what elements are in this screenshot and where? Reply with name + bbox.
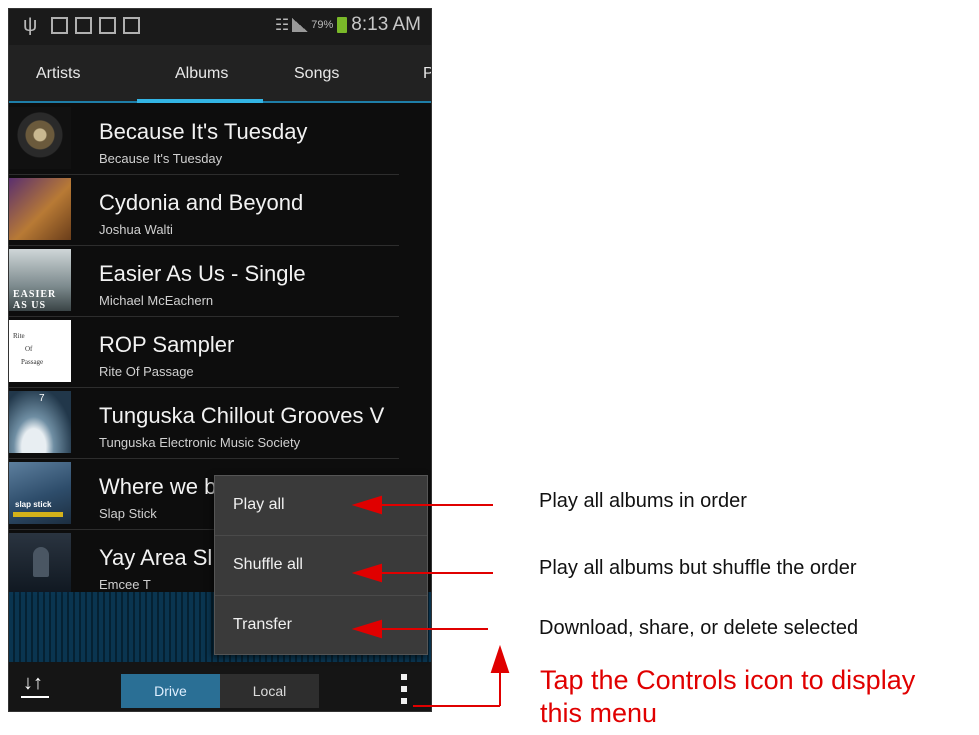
- annotation-controls-line2: this menu: [540, 698, 658, 728]
- arrow-head: [351, 495, 382, 515]
- arrow-head: [490, 644, 510, 673]
- arrow-head: [351, 619, 382, 639]
- arrow-head: [351, 563, 382, 583]
- annotation-transfer: Download, share, or delete selected: [539, 617, 859, 639]
- annotation-controls: Tap the Controls icon to display this me…: [540, 664, 915, 730]
- annotation-controls-line1: Tap the Controls icon to display: [540, 665, 916, 695]
- annotation-play-all: Play all albums in order: [539, 490, 747, 512]
- annotation-shuffle-all: Play all albums but shuffle the order: [539, 557, 857, 579]
